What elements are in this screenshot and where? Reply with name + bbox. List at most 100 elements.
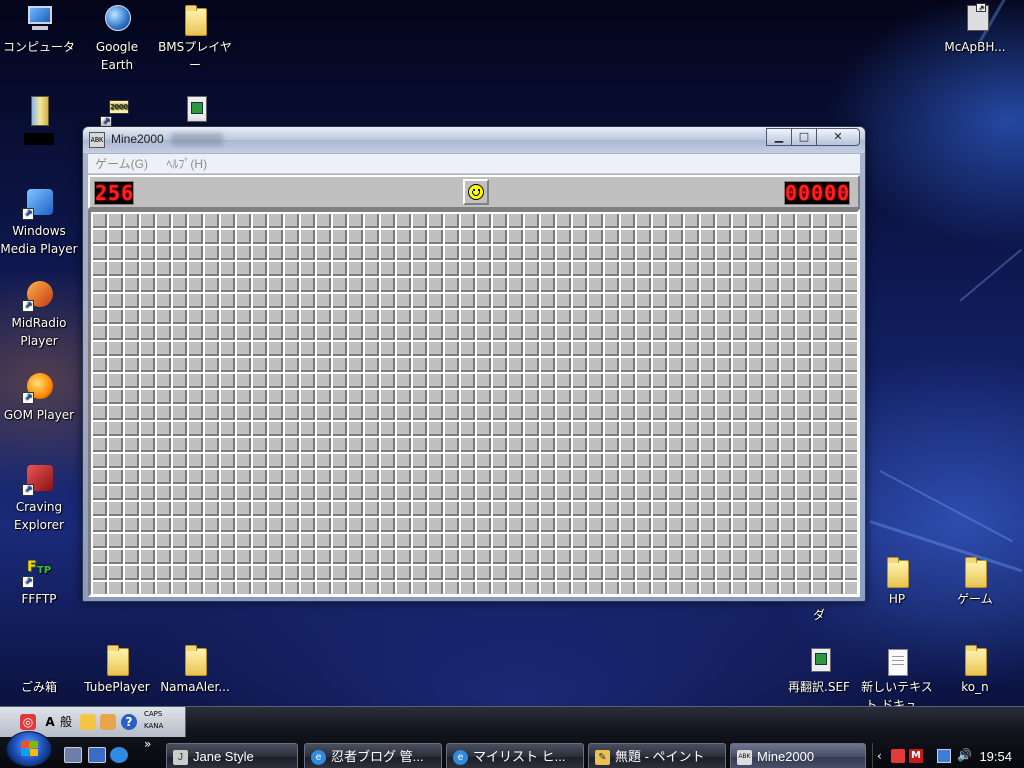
task-ninja-blog[interactable]: e 忍者ブログ 管... [304, 743, 442, 768]
desktop-icon-hp-folder[interactable]: HP [858, 554, 936, 608]
desktop-icon-new-text-document[interactable]: 新しいテキスト ドキュ... [858, 646, 936, 706]
desktop-icon-label: ゲーム [957, 592, 993, 606]
tray-expand-icon[interactable]: ‹ [877, 749, 882, 763]
shortcut-arrow-icon: ↗ [22, 576, 34, 588]
shortcut-arrow-icon: ↗ [22, 300, 34, 312]
help-icon[interactable]: ? [121, 714, 137, 730]
minimize-icon: ▁ [774, 130, 784, 143]
books-icon [22, 94, 56, 128]
craving-explorer-icon: ↗ [22, 462, 56, 496]
task-mine2000[interactable]: ABK Mine2000 [730, 743, 866, 768]
task-jane-style[interactable]: J Jane Style [166, 743, 298, 768]
computer-icon [22, 2, 56, 36]
desktop-icon-label: 新しいテキスト ドキュ... [861, 680, 933, 706]
mine2000-app-icon[interactable]: ABK [89, 132, 105, 148]
internet-explorer-icon[interactable] [110, 747, 128, 763]
close-icon: ✕ [833, 130, 843, 143]
desktop-icon-game-folder[interactable]: ゲーム [936, 554, 1014, 608]
desktop-icon-label: GOM Player [3, 408, 75, 422]
desktop-icon-sef-retranslate[interactable]: 再翻訳.SEF [780, 646, 858, 696]
desktop-icon-label: TubePlayer [84, 680, 150, 694]
desktop-icon-recycle-bin[interactable]: ごみ箱 [0, 646, 78, 696]
switch-windows-icon[interactable] [88, 747, 106, 763]
window-titlebar[interactable]: ABK Mine2000 ▁ □ ✕ [83, 127, 865, 153]
desktop-icon-midradio-player[interactable]: ↗ MidRadio Player [0, 278, 78, 350]
desktop-icon-label: MidRadio Player [11, 316, 67, 348]
jane-icon: J [173, 750, 188, 765]
status-panel: 256 00000 [88, 175, 860, 209]
desktop-icon-label: 再翻訳.SEF [788, 680, 850, 694]
quicklaunch-more-icon[interactable]: » [144, 737, 151, 751]
task-label: マイリスト ヒ... [473, 749, 566, 764]
ffftp-icon: F TP ↗ [22, 554, 56, 588]
ime-toggle-icon[interactable]: ◎ [20, 714, 36, 730]
desktop-icon-google-earth[interactable]: Google Earth [78, 2, 156, 74]
ime-pad-icon[interactable] [80, 714, 96, 730]
desktop-icon-gom-player[interactable]: ↗ GOM Player [0, 370, 78, 424]
desktop-icon-ffftp[interactable]: F TP ↗ FFFTP [0, 554, 78, 608]
maximize-button[interactable]: □ [791, 128, 817, 146]
desktop-icon-label: ko_n [961, 680, 989, 694]
task-label: 無題 - ペイント [615, 749, 705, 764]
folder-icon [958, 645, 992, 676]
desktop-icon-label: BMSプレイヤー [158, 40, 232, 72]
tray-app-icon[interactable] [891, 749, 905, 763]
minimize-button[interactable]: ▁ [766, 128, 792, 146]
desktop-icon-craving-explorer[interactable]: ↗ Craving Explorer [0, 462, 78, 534]
desktop-icon-label: Craving Explorer [14, 500, 64, 532]
sef-file-icon [802, 646, 836, 676]
window-title: Mine2000 [111, 132, 164, 146]
desktop-icon-label: ごみ箱 [20, 680, 57, 694]
recycle-bin-icon [22, 646, 56, 676]
shortcut-arrow-icon: ↗ [22, 208, 34, 220]
desktop-icon-tubeplayer[interactable]: TubePlayer [78, 645, 156, 696]
kana-indicator: KANA [144, 722, 164, 730]
clock[interactable]: 19:54 [979, 749, 1012, 764]
menu-bar: ゲーム(G) ﾍﾙﾌﾟ(H) [88, 154, 860, 174]
timer: 00000 [784, 181, 851, 205]
mine-icon: ABK [737, 750, 752, 765]
network-icon[interactable] [937, 749, 951, 763]
desktop-icon-mcapbh[interactable]: ↗ McApBH... [936, 2, 1014, 56]
desktop-icon-redacted[interactable] [0, 94, 78, 150]
desktop-icon-ko-n[interactable]: ko_n [936, 645, 1014, 696]
desktop: コンピュータ Google Earth BMSプレイヤー 2000 ↗ ↗ Wi… [0, 0, 1024, 706]
redacted-label [24, 133, 54, 145]
desktop-icon-da[interactable]: ダ [780, 606, 858, 624]
folder-icon [880, 554, 914, 588]
desktop-icon-label: NamaAler... [160, 680, 230, 694]
task-mylist[interactable]: e マイリスト ヒ... [446, 743, 584, 768]
close-button[interactable]: ✕ [816, 128, 860, 146]
desktop-icon-windows-media-player[interactable]: ↗ Windows Media Player [0, 186, 78, 258]
ime-tools-icon[interactable] [100, 714, 116, 730]
show-desktop-icon[interactable] [64, 747, 82, 763]
task-label: 忍者ブログ 管... [331, 749, 424, 764]
mine2000-window[interactable]: ABK Mine2000 ▁ □ ✕ ゲーム(G) ﾍﾙﾌﾟ(H) 256 00… [82, 126, 866, 602]
new-game-button[interactable] [463, 179, 489, 205]
volume-icon[interactable]: 🔊 [957, 748, 972, 762]
folder-icon [958, 554, 992, 588]
google-earth-icon [100, 2, 134, 36]
desktop-icon-bms-player[interactable]: BMSプレイヤー [156, 2, 234, 74]
text-document-icon [880, 646, 914, 676]
desktop-icon-namaalert[interactable]: NamaAler... [156, 645, 234, 696]
start-button[interactable] [6, 731, 52, 767]
desktop-icon-shortcut-2000[interactable]: 2000 ↗ [78, 94, 156, 130]
menu-game[interactable]: ゲーム(G) [88, 154, 155, 174]
desktop-icon-label: Windows Media Player [0, 224, 78, 256]
task-paint[interactable]: ✎ 無題 - ペイント [588, 743, 726, 768]
ime-mode-indicator[interactable]: A [42, 714, 58, 730]
mcafee-icon[interactable]: M [909, 749, 923, 763]
minefield [88, 209, 860, 597]
ime-dictionary-indicator[interactable]: 般 [58, 714, 74, 730]
shortcut-arrow-icon: ↗ [22, 392, 34, 404]
folder-icon [178, 2, 212, 36]
minefield-grid[interactable] [91, 212, 857, 594]
desktop-icon-computer[interactable]: コンピュータ [0, 2, 78, 56]
menu-help[interactable]: ﾍﾙﾌﾟ(H) [159, 154, 214, 174]
desktop-icon-label: FFFTP [21, 592, 57, 606]
sef-file-icon [178, 94, 212, 128]
shortcut-arrow-icon: ↗ [22, 484, 34, 496]
ie-icon: e [453, 750, 468, 765]
desktop-icon-sef-file[interactable] [156, 94, 234, 130]
